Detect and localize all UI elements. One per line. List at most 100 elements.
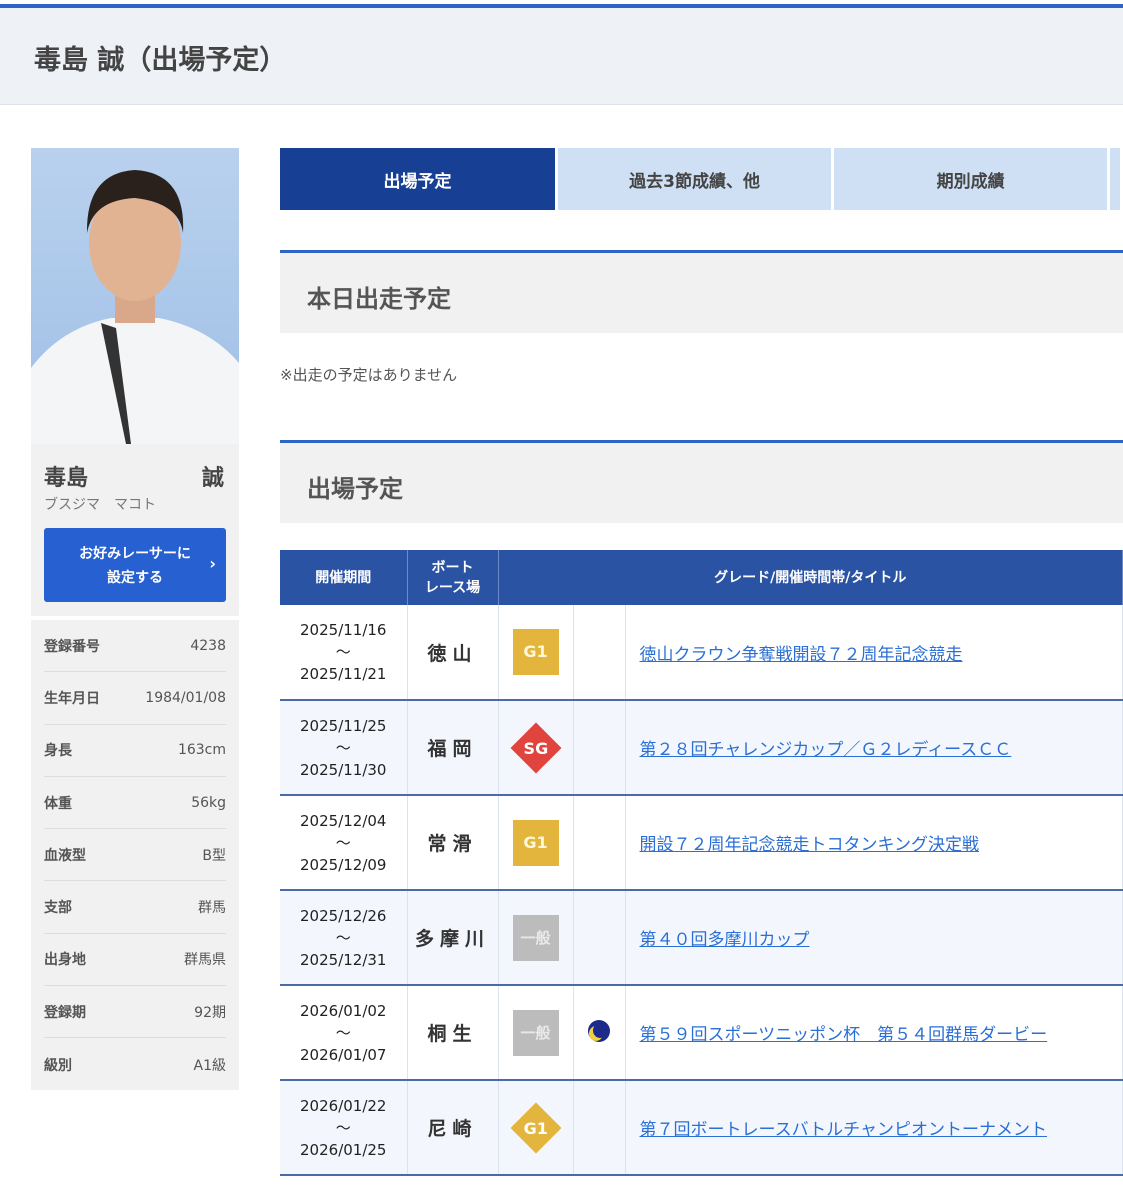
race-title-link[interactable]: 第２８回チャレンジカップ／Ｇ２レディースＣＣ	[640, 740, 1012, 760]
period-cell: 2025/11/16 〜 2025/11/21	[280, 605, 408, 701]
info-value: 163cm	[177, 742, 226, 759]
date-separator: 〜	[335, 833, 351, 852]
table-row: 2025/11/16 〜 2025/11/21 徳山 G1 徳山クラウン争奪戦開設７…	[280, 605, 1123, 701]
info-value: B型	[202, 847, 226, 864]
table-row: 2025/12/04 〜 2025/12/09 常滑 G1 開設７２周年記念競走トコ…	[280, 795, 1123, 891]
period-cell: 2025/12/26 〜 2025/12/31	[280, 890, 408, 986]
info-label: 支部	[44, 900, 72, 917]
info-value: 4238	[190, 637, 226, 654]
race-title-link[interactable]: 徳山クラウン争奪戦開設７２周年記念競走	[640, 645, 963, 665]
info-value: 群馬	[198, 900, 226, 917]
venue-cell: 常滑	[407, 795, 499, 891]
date-separator: 〜	[335, 738, 351, 757]
start-date: 2025/11/25	[300, 716, 387, 735]
venue-cell: 桐生	[407, 985, 499, 1081]
date-separator: 〜	[335, 1118, 351, 1137]
schedule-table: 開催期間 ボートレース場 グレード/開催時間帯/タイトル 2025/11/16 〜…	[280, 550, 1123, 1176]
start-date: 2025/12/04	[300, 811, 387, 830]
time-cell	[573, 605, 626, 701]
start-date: 2025/12/26	[300, 906, 387, 925]
schedule-title: 出場予定	[307, 475, 403, 503]
start-date: 2026/01/22	[300, 1096, 387, 1115]
start-date: 2025/11/16	[300, 621, 387, 639]
end-date: 2025/12/31	[300, 950, 387, 969]
venue-cell: 尼崎	[407, 1080, 499, 1176]
info-row: 生年月日 1984/01/08	[44, 672, 226, 725]
info-row: 血液型 B型	[44, 829, 226, 882]
tab-schedule[interactable]: 出場予定	[280, 148, 556, 210]
end-date: 2025/11/21	[300, 665, 387, 683]
table-row: 2025/11/25 〜 2025/11/30 福岡 SG 第２８回チャレンジカップ…	[280, 700, 1123, 796]
info-value: 1984/01/08	[145, 689, 226, 706]
racer-kana: ブスジマ マコト	[44, 497, 156, 513]
schedule-section-header: 出場予定	[280, 440, 1123, 523]
page-header: 毒島 誠（出場予定）	[0, 8, 1123, 105]
period-cell: 2026/01/02 〜 2026/01/07	[280, 985, 408, 1081]
info-label: 級別	[44, 1057, 72, 1074]
favorite-racer-button[interactable]: お好みレーサーに 設定する ›	[44, 528, 226, 602]
info-label: 身長	[44, 743, 72, 760]
grade-cell: SG	[498, 700, 574, 796]
info-row: 体重 56kg	[44, 777, 226, 830]
race-title-link[interactable]: 第４０回多摩川カップ	[640, 930, 810, 950]
info-row: 登録期 92期	[44, 986, 226, 1039]
period-cell: 2026/01/22 〜 2026/01/25	[280, 1080, 408, 1176]
table-row: 2025/12/26 〜 2025/12/31 多摩川 一般 第４０回多摩川カップ	[280, 890, 1123, 986]
grade-general-badge: 一般	[512, 1009, 559, 1056]
end-date: 2025/11/30	[300, 760, 387, 779]
info-label: 生年月日	[44, 690, 100, 707]
grade-cell: 一般	[498, 890, 574, 986]
grade-cell: 一般	[498, 985, 574, 1081]
date-separator: 〜	[335, 1023, 351, 1042]
info-row: 身長 163cm	[44, 725, 226, 777]
col-venue-2: レース場	[424, 579, 481, 596]
venue-cell: 多摩川	[407, 890, 499, 986]
race-title-link[interactable]: 第７回ボートレースバトルチャンピオントーナメント	[640, 1120, 1048, 1140]
race-title-link[interactable]: 第５９回スポーツニッポン杯 第５４回群馬ダービー	[640, 1025, 1048, 1045]
info-label: 登録期	[44, 1004, 86, 1021]
col-grade-title: グレード/開催時間帯/タイトル	[498, 550, 1123, 605]
tab-past-results[interactable]: 過去3節成績、他	[558, 148, 832, 210]
period-cell: 2025/11/25 〜 2025/11/30	[280, 700, 408, 796]
grade-cell: G1	[498, 795, 574, 891]
info-row: 登録番号 4238	[44, 620, 226, 673]
info-value: 群馬県	[184, 952, 226, 969]
info-label: 体重	[44, 795, 72, 812]
grade-general-badge: 一般	[512, 914, 559, 961]
racer-photo	[31, 148, 239, 444]
info-value: A1級	[193, 1057, 226, 1074]
grade-cell: G1	[498, 1080, 574, 1176]
date-separator: 〜	[335, 643, 351, 661]
date-separator: 〜	[335, 928, 351, 947]
grade-g1-badge: G1	[512, 819, 559, 866]
time-cell	[573, 700, 626, 796]
time-cell	[573, 795, 626, 891]
tab-more[interactable]	[1110, 148, 1120, 210]
col-venue: ボート レース場	[407, 550, 499, 605]
info-label: 出身地	[44, 952, 86, 969]
racer-info-table: 登録番号 4238 生年月日 1984/01/08 身長 163cm 体重 56kg 血液型 B型…	[31, 620, 239, 1090]
tab-period-results[interactable]: 期別成績	[834, 148, 1108, 210]
race-title-link[interactable]: 開設７２周年記念競走トコタンキング決定戦	[640, 835, 980, 855]
info-label: 登録番号	[44, 638, 100, 655]
grade-cell: G1	[498, 605, 574, 701]
venue-cell: 徳山	[407, 605, 499, 701]
info-row: 級別 A1級	[44, 1038, 226, 1090]
fav-label-2: 設定する	[107, 570, 163, 586]
today-section-header: 本日出走予定	[280, 250, 1123, 333]
col-period: 開催期間	[280, 550, 408, 605]
col-venue-1: ボート	[431, 559, 474, 576]
time-cell	[573, 985, 626, 1081]
table-row: 2026/01/02 〜 2026/01/07 桐生 一般 第５９回スポーツニッポン…	[280, 985, 1123, 1081]
no-race-note: ※出走の予定はありません	[280, 366, 458, 384]
fav-label-1: お好みレーサーに	[79, 546, 191, 562]
table-row: 2026/01/22 〜 2026/01/25 尼崎 G1 第７回ボートレースバトル…	[280, 1080, 1123, 1176]
info-value: 56kg	[191, 794, 226, 811]
info-label: 血液型	[44, 847, 86, 864]
end-date: 2026/01/07	[300, 1045, 387, 1064]
venue-cell: 福岡	[407, 700, 499, 796]
time-cell	[573, 1080, 626, 1176]
title-cell: 第５９回スポーツニッポン杯 第５４回群馬ダービー	[625, 985, 1123, 1081]
nighter-moon-icon	[588, 1019, 610, 1042]
page-title: 毒島 誠（出場予定）	[34, 45, 287, 76]
